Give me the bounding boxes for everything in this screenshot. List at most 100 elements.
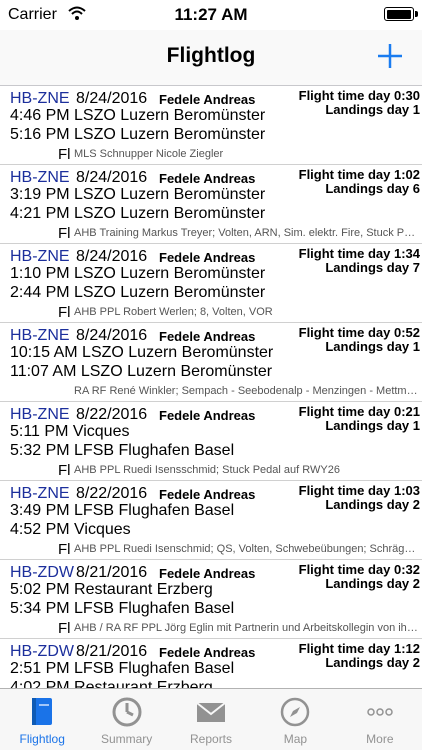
landings-day: Landings day 2 <box>325 576 420 591</box>
pilot-name: Fedele Andreas <box>159 645 256 660</box>
flight-row[interactable]: HB-ZNE 8/22/2016 Fedele Andreas Flight time… <box>0 402 422 481</box>
add-flight-button[interactable] <box>372 38 408 74</box>
flight-row[interactable]: HB-ZNE 8/24/2016 Fedele Andreas Flight time… <box>0 244 422 323</box>
arrival-info: 11:07 AM LSZO Luzern Beromünster <box>10 363 273 380</box>
battery-icon <box>384 7 418 21</box>
arrival-info: 5:34 PM LFSB Flughafen Basel <box>10 600 235 617</box>
status-bar: Carrier 11:27 AM <box>0 0 422 30</box>
compass-icon <box>278 695 312 729</box>
flight-date: 8/24/2016 <box>76 169 148 186</box>
pilot-name: Fedele Andreas <box>159 408 256 423</box>
aircraft-registration: HB-ZNE <box>10 327 70 344</box>
pilot-name: Fedele Andreas <box>159 329 256 344</box>
envelope-icon <box>194 695 228 729</box>
flight-date: 8/22/2016 <box>76 485 148 502</box>
flight-remark: AHB PPL Ruedi Isenschmid; QS, Volten, Sc… <box>74 543 420 555</box>
tab-summary[interactable]: Summary <box>84 689 168 750</box>
tab-reports[interactable]: Reports <box>169 689 253 750</box>
arrival-info: 4:52 PM Vicques <box>10 521 131 538</box>
flight-remark: AHB PPL Ruedi Isensschmid; Stuck Pedal a… <box>74 464 340 476</box>
status-time: 11:27 AM <box>174 5 248 24</box>
more-icon <box>363 695 397 729</box>
flight-date: 8/21/2016 <box>76 643 148 660</box>
flight-time-day: Flight time day 1:03 <box>298 483 420 498</box>
arrival-info: 2:44 PM LSZO Luzern Beromünster <box>10 284 266 301</box>
pilot-name: Fedele Andreas <box>159 171 256 186</box>
flight-time-day: Flight time day 0:52 <box>298 325 420 340</box>
flight-date: 8/22/2016 <box>76 406 148 423</box>
flight-remark: AHB / RA RF PPL Jörg Eglin mit Partnerin… <box>74 622 420 634</box>
flight-function: Fl <box>58 225 71 242</box>
logbook-icon <box>25 695 59 729</box>
tab-more[interactable]: More <box>338 689 422 750</box>
flight-row[interactable]: HB-ZNE 8/22/2016 Fedele Andreas Flight time… <box>0 481 422 560</box>
aircraft-registration: HB-ZNE <box>10 248 70 265</box>
flight-row[interactable]: HB-ZNE 8/24/2016 Fedele Andreas Flight time… <box>0 86 422 165</box>
aircraft-registration: HB-ZNE <box>10 169 70 186</box>
flight-function: Fl <box>58 620 71 637</box>
departure-info: 4:46 PM LSZO Luzern Beromünster <box>10 107 266 124</box>
pilot-name: Fedele Andreas <box>159 92 256 107</box>
flight-date: 8/24/2016 <box>76 327 148 344</box>
flight-date: 8/21/2016 <box>76 564 148 581</box>
flight-remark: AHB PPL Robert Werlen; 8, Volten, VOR <box>74 306 273 318</box>
tab-label: Summary <box>100 732 153 746</box>
flight-time-day: Flight time day 1:34 <box>298 246 420 261</box>
departure-info: 2:51 PM LFSB Flughafen Basel <box>10 660 235 677</box>
landings-day: Landings day 6 <box>325 181 420 196</box>
arrival-info: 5:16 PM LSZO Luzern Beromünster <box>10 126 266 143</box>
flight-date: 8/24/2016 <box>76 248 148 265</box>
pilot-name: Fedele Andreas <box>159 250 256 265</box>
flight-function: Fl <box>58 541 71 558</box>
tab-map[interactable]: Map <box>253 689 337 750</box>
flight-date: 8/24/2016 <box>76 90 148 107</box>
flight-remark: RA RF René Winkler; Sempach - Seebodenal… <box>74 385 420 397</box>
tab-flightlog[interactable]: Flightlog <box>0 689 84 750</box>
aircraft-registration: HB-ZDW <box>10 564 74 581</box>
arrival-info: 4:21 PM LSZO Luzern Beromünster <box>10 205 266 222</box>
plus-icon <box>378 44 402 68</box>
navigation-bar: Flightlog <box>0 30 422 86</box>
flight-function: Fl <box>58 146 71 163</box>
tab-label: Map <box>283 732 308 746</box>
pilot-name: Fedele Andreas <box>159 566 256 581</box>
departure-info: 5:11 PM Vicques <box>10 423 130 440</box>
departure-info: 5:02 PM Restaurant Erzberg <box>10 581 213 598</box>
landings-day: Landings day 1 <box>325 339 420 354</box>
tab-bar: Flightlog Summary Reports Map More <box>0 688 422 750</box>
flight-time-day: Flight time day 1:12 <box>298 641 420 656</box>
arrival-info: 5:32 PM LFSB Flughafen Basel <box>10 442 235 459</box>
flight-row[interactable]: HB-ZNE 8/24/2016 Fedele Andreas Flight time… <box>0 165 422 244</box>
departure-info: 3:19 PM LSZO Luzern Beromünster <box>10 186 266 203</box>
page-title: Flightlog <box>166 44 256 67</box>
flight-time-day: Flight time day 1:02 <box>298 167 420 182</box>
flight-row[interactable]: HB-ZNE 8/24/2016 Fedele Andreas Flight time… <box>0 323 422 402</box>
tab-label: Flightlog <box>19 732 65 746</box>
aircraft-registration: HB-ZNE <box>10 406 70 423</box>
clock-icon <box>110 695 144 729</box>
flight-remark: MLS Schnupper Nicole Ziegler <box>74 148 224 160</box>
flight-row[interactable]: HB-ZDW 8/21/2016 Fedele Andreas Flight time… <box>0 560 422 639</box>
pilot-name: Fedele Andreas <box>159 487 256 502</box>
departure-info: 3:49 PM LFSB Flughafen Basel <box>10 502 235 519</box>
departure-info: 1:10 PM LSZO Luzern Beromünster <box>10 265 266 282</box>
flight-time-day: Flight time day 0:32 <box>298 562 420 577</box>
flight-function: Fl <box>58 304 71 321</box>
flight-remark: AHB Training Markus Treyer; Volten, ARN,… <box>74 227 420 239</box>
flight-time-day: Flight time day 0:21 <box>298 404 420 419</box>
landings-day: Landings day 1 <box>325 102 420 117</box>
departure-info: 10:15 AM LSZO Luzern Beromünster <box>10 344 274 361</box>
flight-function: Fl <box>58 462 71 479</box>
landings-day: Landings day 2 <box>325 655 420 670</box>
flight-list[interactable]: HB-ZNE 8/24/2016 Fedele Andreas Flight time… <box>0 86 422 688</box>
arrival-info: 4:02 PM Restaurant Erzberg <box>10 679 213 688</box>
aircraft-registration: HB-ZNE <box>10 90 70 107</box>
landings-day: Landings day 1 <box>325 418 420 433</box>
flight-time-day: Flight time day 0:30 <box>298 88 420 103</box>
landings-day: Landings day 2 <box>325 497 420 512</box>
flight-row[interactable]: HB-ZDW 8/21/2016 Fedele Andreas Flight time… <box>0 639 422 688</box>
tab-label: Reports <box>190 732 233 746</box>
landings-day: Landings day 7 <box>325 260 420 275</box>
aircraft-registration: HB-ZNE <box>10 485 70 502</box>
tab-label: More <box>366 732 394 746</box>
